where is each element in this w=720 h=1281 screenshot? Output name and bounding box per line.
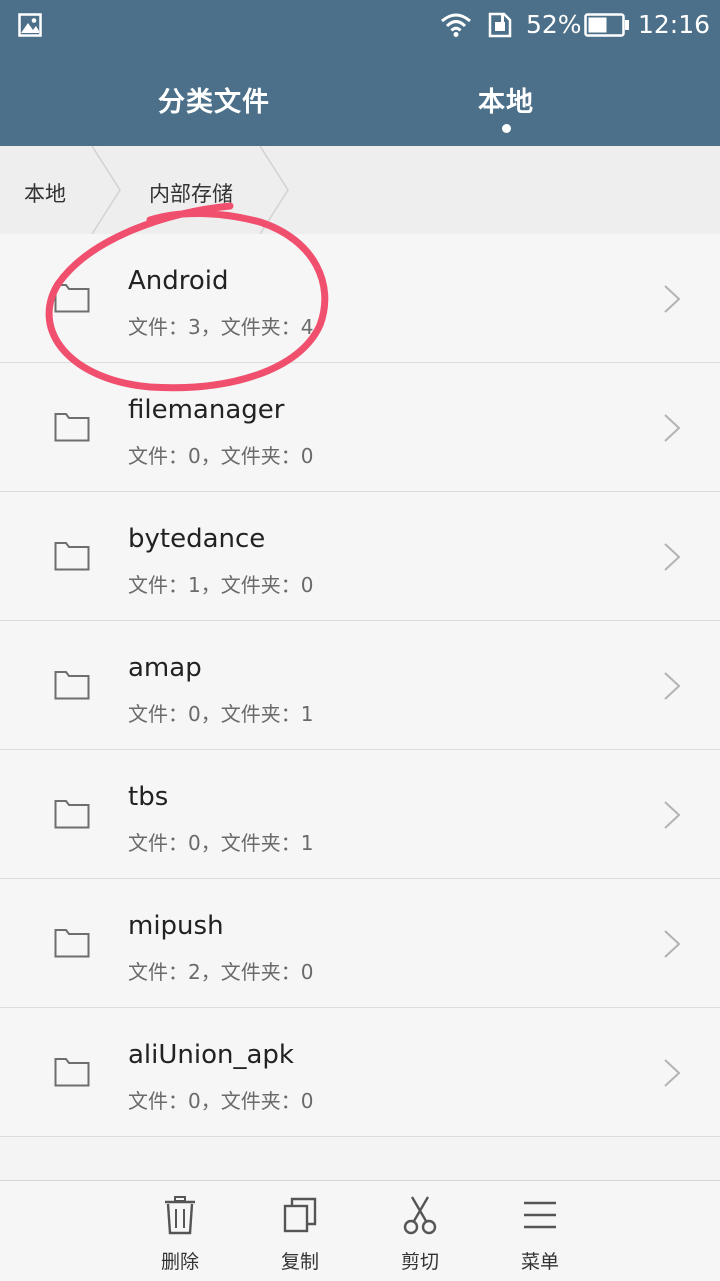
chevron-right-icon xyxy=(664,930,681,958)
folder-name: amap xyxy=(128,653,202,683)
folder-icon xyxy=(54,284,90,313)
scissors-icon xyxy=(403,1196,437,1235)
trash-icon xyxy=(165,1196,195,1235)
folder-meta: 文件：0，文件夹：1 xyxy=(128,702,314,726)
tab-local[interactable]: 本地 xyxy=(478,80,534,119)
folder-meta: 文件：2，文件夹：0 xyxy=(128,960,314,984)
menu-icon xyxy=(524,1201,556,1229)
cut-button[interactable]: 剪切 xyxy=(370,1181,470,1281)
folder-row-android[interactable]: Android 文件：3，文件夹：4 xyxy=(0,234,720,363)
image-notification-icon xyxy=(18,13,42,37)
chevron-right-icon xyxy=(664,543,681,571)
folder-row-amap[interactable]: amap 文件：0，文件夹：1 xyxy=(0,621,720,750)
active-tab-indicator xyxy=(502,124,511,133)
menu-label: 菜单 xyxy=(520,1251,559,1273)
folder-icon xyxy=(54,929,90,958)
folder-name: tbs xyxy=(128,782,169,812)
bottom-toolbar: 删除 复制 剪切 菜单 xyxy=(0,1180,720,1281)
battery-percentage: 52% xyxy=(526,10,582,39)
folder-meta: 文件：0，文件夹：0 xyxy=(128,444,314,468)
delete-label: 删除 xyxy=(160,1251,199,1273)
sim-card-icon xyxy=(488,12,512,38)
clock: 12:16 xyxy=(638,10,711,39)
copy-label: 复制 xyxy=(280,1251,319,1273)
folder-meta: 文件：1，文件夹：0 xyxy=(128,573,314,597)
folder-icon xyxy=(54,671,90,700)
breadcrumb-item-local[interactable]: 本地 xyxy=(24,178,66,208)
folder-icon xyxy=(54,542,90,571)
folder-icon xyxy=(54,413,90,442)
folder-row-bytedance[interactable]: bytedance 文件：1，文件夹：0 xyxy=(0,492,720,621)
folder-name: aliUnion_apk xyxy=(128,1040,294,1070)
delete-button[interactable]: 删除 xyxy=(130,1181,230,1281)
folder-row-mipush[interactable]: mipush 文件：2，文件夹：0 xyxy=(0,879,720,1008)
folder-name: filemanager xyxy=(128,395,285,425)
folder-name: Android xyxy=(128,266,229,296)
chevron-right-icon xyxy=(664,801,681,829)
tab-bar: 分类文件 本地 xyxy=(0,52,720,146)
status-bar: 52% 12:16 xyxy=(0,0,720,52)
folder-meta: 文件：0，文件夹：0 xyxy=(128,1089,314,1113)
chevron-right-icon xyxy=(664,414,681,442)
chevron-right-icon xyxy=(664,285,681,313)
folder-row-filemanager[interactable]: filemanager 文件：0，文件夹：0 xyxy=(0,363,720,492)
folder-name: bytedance xyxy=(128,524,266,554)
folder-meta: 文件：3，文件夹：4 xyxy=(128,315,314,339)
breadcrumb-item-internal-storage[interactable]: 内部存储 xyxy=(149,178,233,208)
breadcrumb-separator-icon xyxy=(92,146,121,234)
tab-classified-files[interactable]: 分类文件 xyxy=(158,80,270,119)
folder-row-tbs[interactable]: tbs 文件：0，文件夹：1 xyxy=(0,750,720,879)
file-list: Android 文件：3，文件夹：4 filemanager 文件：0，文件夹：… xyxy=(0,234,720,1137)
chevron-right-icon xyxy=(664,672,681,700)
folder-icon xyxy=(54,800,90,829)
folder-meta: 文件：0，文件夹：1 xyxy=(128,831,314,855)
chevron-right-icon xyxy=(664,1059,681,1087)
folder-name: mipush xyxy=(128,911,224,941)
copy-icon xyxy=(283,1197,317,1233)
folder-row-aliunion-apk[interactable]: aliUnion_apk 文件：0，文件夹：0 xyxy=(0,1008,720,1137)
breadcrumb-separator-icon xyxy=(260,146,289,234)
breadcrumb: 本地 内部存储 xyxy=(0,146,720,235)
wifi-icon xyxy=(441,13,471,37)
cut-label: 剪切 xyxy=(400,1251,439,1273)
menu-button[interactable]: 菜单 xyxy=(490,1181,590,1281)
folder-icon xyxy=(54,1058,90,1087)
copy-button[interactable]: 复制 xyxy=(250,1181,350,1281)
battery-icon xyxy=(584,13,629,37)
